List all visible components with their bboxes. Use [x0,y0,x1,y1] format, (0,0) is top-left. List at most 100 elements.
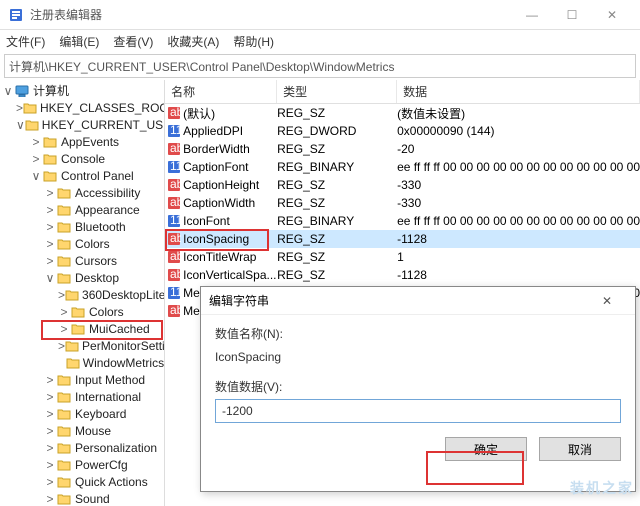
value-type: REG_SZ [277,106,397,120]
registry-value-row[interactable]: 110CaptionFontREG_BINARYee ff ff ff 00 0… [165,158,640,176]
col-name[interactable]: 名称 [165,80,277,103]
menu-view[interactable]: 查看(V) [113,33,153,50]
svg-text:110: 110 [170,160,181,173]
tree-item[interactable]: >360DesktopLite [0,286,164,303]
value-data: -1128 [397,232,640,246]
value-type: REG_SZ [277,268,397,282]
registry-value-row[interactable]: abCaptionHeightREG_SZ-330 [165,176,640,194]
tree-item[interactable]: >Quick Actions [0,473,164,490]
window-titlebar: 注册表编辑器 ― ☐ ✕ [0,0,640,30]
tree-item[interactable]: >International [0,388,164,405]
bin-icon: 110 [165,124,183,138]
value-data-input[interactable] [215,399,621,423]
tree-item[interactable]: WindowMetrics [0,354,164,371]
address-bar[interactable]: 计算机\HKEY_CURRENT_USER\Control Panel\Desk… [4,54,636,78]
value-name: CaptionFont [183,160,277,174]
tree-item[interactable]: ∨Control Panel [0,167,164,184]
registry-value-row[interactable]: 110AppliedDPIREG_DWORD0x00000090 (144) [165,122,640,140]
dialog-title: 编辑字符串 [209,292,269,309]
tree-item[interactable]: >Bluetooth [0,218,164,235]
str-icon: ab [165,304,183,318]
value-name-field: IconSpacing [215,346,621,368]
registry-value-row[interactable]: 110IconFontREG_BINARYee ff ff ff 00 00 0… [165,212,640,230]
value-name: AppliedDPI [183,124,277,138]
tree-item[interactable]: ∨Desktop [0,269,164,286]
registry-value-row[interactable]: abIconTitleWrapREG_SZ1 [165,248,640,266]
value-data: 1 [397,250,640,264]
str-icon: ab [165,106,183,120]
value-type: REG_BINARY [277,160,397,174]
tree-item[interactable]: >PerMonitorSettings [0,337,164,354]
registry-value-row[interactable]: abBorderWidthREG_SZ-20 [165,140,640,158]
col-data[interactable]: 数据 [397,80,640,103]
value-name: IconTitleWrap [183,250,277,264]
ok-button[interactable]: 确定 [445,437,527,461]
app-icon [8,7,24,23]
svg-text:ab: ab [170,106,181,119]
tree-item[interactable]: >Input Method [0,371,164,388]
tree-item[interactable]: >Appearance [0,201,164,218]
tree-item[interactable]: >Personalization [0,439,164,456]
watermark-logo: 装机之家 [570,478,634,498]
tree-item[interactable]: >Keyboard [0,405,164,422]
value-name: CaptionHeight [183,178,277,192]
maximize-button[interactable]: ☐ [552,1,592,29]
tree-item[interactable]: >Accessibility [0,184,164,201]
window-controls: ― ☐ ✕ [512,1,632,29]
value-type: REG_BINARY [277,214,397,228]
svg-text:ab: ab [170,250,181,263]
tree-hkcu[interactable]: ∨HKEY_CURRENT_USER [0,116,164,133]
value-type: REG_SZ [277,250,397,264]
tree-item[interactable]: >Mouse [0,422,164,439]
svg-text:110: 110 [170,124,181,137]
str-icon: ab [165,232,183,246]
menu-help[interactable]: 帮助(H) [233,33,274,50]
str-icon: ab [165,268,183,282]
tree-item[interactable]: >PowerCfg [0,456,164,473]
svg-text:110: 110 [170,286,181,299]
registry-value-row[interactable]: ab(默认)REG_SZ(数值未设置) [165,104,640,122]
tree-item[interactable]: >MuiCached [0,320,164,337]
tree-hkcr[interactable]: >HKEY_CLASSES_ROOT [0,99,164,116]
dialog-close-button[interactable]: ✕ [587,294,627,308]
tree-view[interactable]: ∨计算机>HKEY_CLASSES_ROOT∨HKEY_CURRENT_USER… [0,80,165,506]
value-type: REG_SZ [277,142,397,156]
value-data: 0x00000090 (144) [397,124,640,138]
close-button[interactable]: ✕ [592,1,632,29]
registry-value-row[interactable]: abCaptionWidthREG_SZ-330 [165,194,640,212]
edit-string-dialog: 编辑字符串 ✕ 数值名称(N): IconSpacing 数值数据(V): 确定… [200,286,636,492]
tree-item[interactable]: >AppEvents [0,133,164,150]
svg-text:ab: ab [170,232,181,245]
value-name: IconSpacing [183,232,277,246]
registry-value-row[interactable]: abIconSpacingREG_SZ-1128 [165,230,640,248]
str-icon: ab [165,250,183,264]
value-data: -330 [397,178,640,192]
svg-text:ab: ab [170,142,181,155]
bin-icon: 110 [165,160,183,174]
value-data: ee ff ff ff 00 00 00 00 00 00 00 00 00 0… [397,214,640,228]
tree-root[interactable]: ∨计算机 [0,82,164,99]
svg-text:ab: ab [170,178,181,191]
registry-value-row[interactable]: abIconVerticalSpa...REG_SZ-1128 [165,266,640,284]
menu-edit[interactable]: 编辑(E) [59,33,99,50]
value-data: -1128 [397,268,640,282]
value-name: IconVerticalSpa... [183,268,277,282]
value-data-label: 数值数据(V): [215,378,621,395]
window-title: 注册表编辑器 [30,6,512,23]
value-name: BorderWidth [183,142,277,156]
tree-item[interactable]: >Colors [0,303,164,320]
tree-item[interactable]: >Console [0,150,164,167]
str-icon: ab [165,178,183,192]
minimize-button[interactable]: ― [512,1,552,29]
bin-icon: 110 [165,286,183,300]
tree-item[interactable]: >Cursors [0,252,164,269]
tree-item[interactable]: >Colors [0,235,164,252]
menu-fav[interactable]: 收藏夹(A) [167,33,219,50]
menu-file[interactable]: 文件(F) [6,33,45,50]
col-type[interactable]: 类型 [277,80,397,103]
dialog-titlebar: 编辑字符串 ✕ [201,287,635,315]
list-header: 名称 类型 数据 [165,80,640,104]
value-data: ee ff ff ff 00 00 00 00 00 00 00 00 00 0… [397,160,640,174]
svg-text:110: 110 [170,214,181,227]
cancel-button[interactable]: 取消 [539,437,621,461]
